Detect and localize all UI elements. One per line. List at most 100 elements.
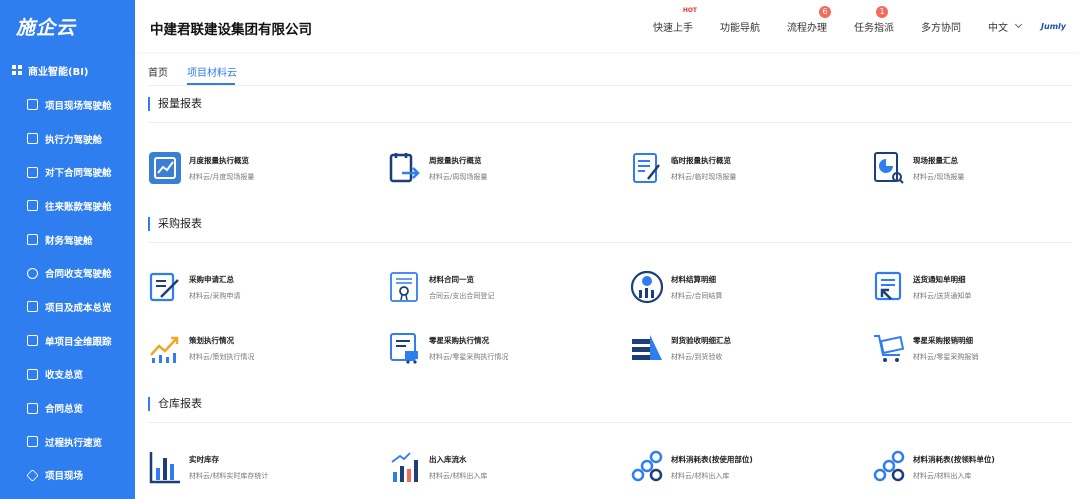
process-count-badge: 6 xyxy=(819,5,832,18)
section-divider xyxy=(148,122,1072,123)
sidebar-item-label: 过程执行速览 xyxy=(45,437,103,449)
card-title: 临时报量执行概览 xyxy=(671,155,731,165)
sidebar-head-bi[interactable]: 商业智能(BI) xyxy=(0,52,135,88)
top-nav: 快速上手 HOT 功能导航 流程办理 6 任务指派 1 多方协同 中文 Juml… xyxy=(653,0,1080,52)
logo[interactable]: 施企云 xyxy=(0,0,135,52)
nav-task-label: 任务指派 xyxy=(854,22,895,34)
sidebar-item-project-site[interactable]: 项目现场 xyxy=(0,459,135,493)
tab-active-indicator xyxy=(187,83,235,85)
chart-box-icon xyxy=(27,301,38,313)
section-title-quantity: 报量报表 xyxy=(148,97,202,111)
nav-function-guide[interactable]: 功能导航 xyxy=(720,19,760,34)
app-root: 施企云 商业智能(BI) 项目现场驾驶舱 执行力驾驶舱 对下合同驾驶舱 往来账款… xyxy=(0,0,1080,499)
sidebar-item-label: 项目现场 xyxy=(45,471,84,483)
cycle-icon xyxy=(27,267,38,279)
document-icon xyxy=(27,166,38,178)
wallet-icon xyxy=(27,368,38,380)
card-inout-flow[interactable]: 出入库流水 材料云/材料出入库 xyxy=(388,447,608,487)
card-temp-quantity[interactable]: 临时报量执行概览 材料云/临时现场报量 xyxy=(630,148,850,188)
sidebar-item-label: 单项目全维跟踪 xyxy=(45,336,112,348)
section-title-warehouse: 仓库报表 xyxy=(148,397,202,411)
company-name: 中建君联建设集团有限公司 xyxy=(150,22,312,38)
card-arrival-acceptance[interactable]: 到货验收明细汇总 材料云/到货验收 xyxy=(630,328,850,368)
card-title: 出入库流水 xyxy=(429,454,467,464)
nav-quickstart[interactable]: 快速上手 HOT xyxy=(653,7,697,34)
trend-line-icon xyxy=(150,336,179,363)
clipboard-check-icon xyxy=(27,133,38,145)
card-purchase-request[interactable]: 采购申请汇总 材料云/采购申请 xyxy=(148,267,368,307)
card-title: 周报量执行概览 xyxy=(429,155,482,165)
document-pen-icon xyxy=(149,272,179,302)
card-realtime-stock[interactable]: 实时库存材料云/材料实时库存统计 xyxy=(148,447,368,487)
card-title: 实时库存 xyxy=(189,454,219,464)
card-monthly-quantity[interactable]: 月度报量执行概览 材料云/月度现场报量 xyxy=(148,148,368,188)
sidebar: 施企云 商业智能(BI) 项目现场驾驶舱 执行力驾驶舱 对下合同驾驶舱 往来账款… xyxy=(0,0,135,499)
nav-quickstart-label: 快速上手 xyxy=(653,22,694,34)
section-divider xyxy=(148,242,1072,243)
sidebar-item-site-cockpit[interactable]: 项目现场驾驶舱 xyxy=(0,88,135,122)
nav-collab[interactable]: 多方协同 xyxy=(921,19,961,34)
sidebar-head-label: 商业智能(BI) xyxy=(28,66,89,78)
nav-task[interactable]: 任务指派 1 xyxy=(854,5,895,34)
nav-collab-label: 多方协同 xyxy=(921,22,962,34)
card-subtitle: 合同云/支出合同登记 xyxy=(429,291,495,300)
grid-icon xyxy=(12,65,22,75)
sidebar-item-finance-cockpit[interactable]: 财务驾驶舱 xyxy=(0,223,135,257)
card-subtitle: 材料云/月度现场报量 xyxy=(189,172,255,181)
card-subtitle: 材料云/到货验收 xyxy=(671,352,723,361)
card-title: 零星采购执行情况 xyxy=(429,335,489,345)
card-delivery-notice[interactable]: 送货通知单明细 材料云/送货通知单 xyxy=(872,267,1080,307)
card-consumption-by-part[interactable]: 材料消耗表(按使用部位) 材料云/材料出入库 xyxy=(630,447,850,487)
card-sporadic-purchase[interactable]: 零星采购执行情况材料云/零星采购执行情况 xyxy=(388,328,608,368)
card-subtitle: 材料云/采购申请 xyxy=(189,291,241,300)
card-plan-execution[interactable]: 策划执行情况 材料云/策划执行情况 xyxy=(148,328,368,368)
language-select[interactable]: 中文 xyxy=(988,19,1023,34)
report-pie-icon xyxy=(874,152,904,184)
language-label: 中文 xyxy=(988,22,1009,34)
sidebar-item-accounts-cockpit[interactable]: 往来账款驾驶舱 xyxy=(0,189,135,223)
card-subtitle: 材料云/零星采购报销 xyxy=(913,352,979,361)
growth-bars-icon xyxy=(391,452,418,482)
sidebar-item-contract-cockpit[interactable]: 合同收支驾驶舱 xyxy=(0,256,135,290)
nav-process[interactable]: 流程办理 6 xyxy=(787,5,832,34)
exchange-icon xyxy=(27,200,38,212)
card-weekly-quantity[interactable]: 周报量执行概览 材料云/周现场报量 xyxy=(388,148,608,188)
card-title: 到货验收明细汇总 xyxy=(671,335,731,345)
sidebar-item-contract-overview[interactable]: 合同总览 xyxy=(0,391,135,425)
sidebar-item-label: 往来账款驾驶舱 xyxy=(45,201,112,213)
card-subtitle: 材料云/送货通知单 xyxy=(913,291,972,300)
card-subtitle: 材料云/零星采购执行情况 xyxy=(429,352,509,361)
card-material-settlement[interactable]: 材料结算明细 材料云/合同结算 xyxy=(630,267,850,307)
card-material-contract[interactable]: 材料合同一览合同云/支出合同登记 xyxy=(388,267,608,307)
card-consumption-by-unit[interactable]: 材料消耗表(按领料单位) 材料云/材料出入库 xyxy=(872,447,1080,487)
stacked-layers-icon xyxy=(632,335,662,360)
sidebar-item-label: 项目现场驾驶舱 xyxy=(45,100,112,112)
card-subtitle: 材料云/策划执行情况 xyxy=(189,352,255,361)
sidebar-item-label: 项目及成本总览 xyxy=(45,302,112,314)
tab-material-cloud[interactable]: 项目材料云 xyxy=(187,64,237,79)
cart-document-icon xyxy=(390,333,418,364)
sidebar-item-label: 收支总览 xyxy=(45,370,84,382)
sidebar-item-subcontract-cockpit[interactable]: 对下合同驾驶舱 xyxy=(0,155,135,189)
tab-divider xyxy=(148,85,1072,86)
sidebar-item-cost-overview[interactable]: 项目及成本总览 xyxy=(0,290,135,324)
sidebar-item-label: 对下合同驾驶舱 xyxy=(45,168,112,180)
sidebar-item-process-overview[interactable]: 过程执行速览 xyxy=(0,425,135,459)
sidebar-item-income-overview[interactable]: 收支总览 xyxy=(0,358,135,392)
card-subtitle: 材料云/临时现场报量 xyxy=(671,172,737,181)
sidebar-item-project-tracking[interactable]: 单项目全维跟踪 xyxy=(0,324,135,358)
tab-bar: 首页 项目材料云 xyxy=(135,52,1080,86)
sidebar-item-label: 合同收支驾驶舱 xyxy=(45,269,112,281)
card-title: 材料消耗表(按领料单位) xyxy=(913,454,995,464)
card-title: 材料合同一览 xyxy=(429,274,474,284)
sidebar-item-execution-cockpit[interactable]: 执行力驾驶舱 xyxy=(0,122,135,156)
card-subtitle: 材料云/材料实时库存统计 xyxy=(189,471,269,480)
card-subtitle: 材料云/材料出入库 xyxy=(671,471,730,480)
card-sporadic-reimbursement[interactable]: 零星采购报销明细 材料云/零星采购报销 xyxy=(872,328,1080,368)
card-title: 材料消耗表(按使用部位) xyxy=(671,454,753,464)
calendar-icon xyxy=(27,335,38,347)
card-subtitle: 材料云/合同结算 xyxy=(671,291,723,300)
coin-chart-icon xyxy=(630,270,664,304)
tab-home[interactable]: 首页 xyxy=(148,64,168,79)
card-quantity-summary[interactable]: 现场报量汇总 材料云/现场报量 xyxy=(872,148,1080,188)
